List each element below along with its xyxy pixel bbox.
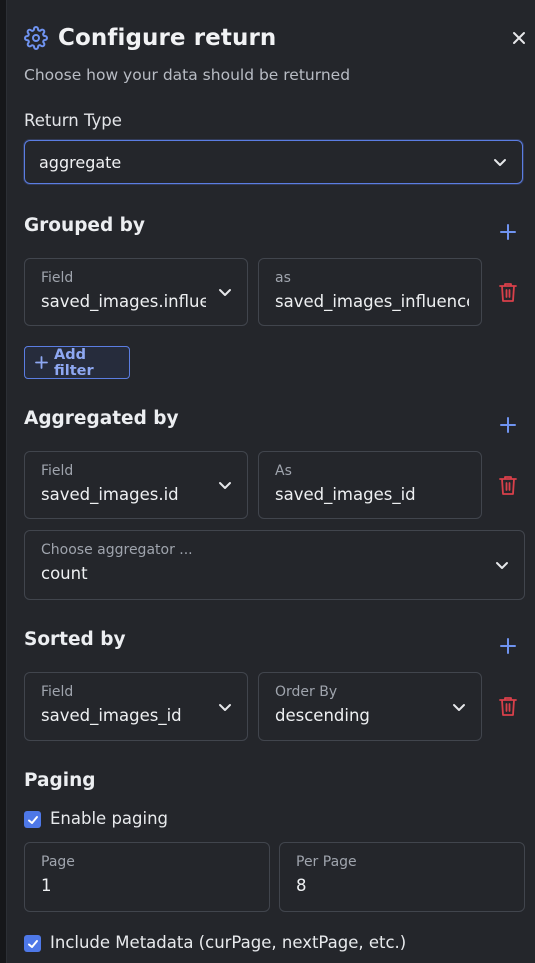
per-page-label: Per Page (296, 854, 357, 870)
trash-icon (498, 281, 518, 303)
chevron-down-icon (217, 477, 233, 493)
add-filter-label: Add filter (54, 346, 94, 379)
include-metadata-checkbox[interactable] (24, 935, 41, 952)
aggregation-field-select[interactable]: Field saved_images.id (24, 451, 248, 519)
sort-order-label: Order By (275, 684, 338, 700)
sort-field-select[interactable]: Field saved_images_id (24, 672, 248, 741)
include-metadata-label: Include Metadata (curPage, nextPage, etc… (50, 933, 407, 952)
plus-icon (498, 636, 518, 656)
add-group-button[interactable] (498, 222, 518, 242)
group-alias-value: saved_images_influence (275, 292, 469, 311)
background-page-edge (0, 0, 7, 963)
plus-icon (498, 415, 518, 435)
aggregator-select[interactable]: Choose aggregator ... count (24, 530, 525, 600)
page-title: Configure return (58, 25, 277, 51)
panel-subtitle: Choose how your data should be returned (24, 66, 351, 84)
add-aggregation-button[interactable] (498, 415, 518, 435)
per-page-value: 8 (296, 876, 307, 895)
close-button[interactable] (507, 26, 531, 50)
group-alias-input[interactable]: as saved_images_influence (258, 258, 482, 326)
aggregation-alias-input[interactable]: As saved_images_id (258, 451, 482, 519)
chevron-down-icon (494, 557, 510, 573)
return-type-label: Return Type (24, 111, 122, 130)
chevron-down-icon (451, 699, 467, 715)
aggregator-label: Choose aggregator ... (41, 542, 193, 558)
checkmark-icon (27, 814, 39, 826)
paging-title: Paging (24, 770, 96, 791)
enable-paging-checkbox[interactable] (24, 811, 41, 828)
page-label: Page (41, 854, 75, 870)
aggregation-alias-label: As (275, 463, 292, 479)
configure-return-panel: Configure return Choose how your data sh… (7, 0, 535, 963)
aggregation-field-label: Field (41, 463, 74, 479)
enable-paging-label: Enable paging (50, 809, 169, 828)
delete-aggregation-button[interactable] (498, 474, 518, 496)
group-field-select[interactable]: Field saved_images.influe (24, 258, 248, 326)
delete-sort-button[interactable] (498, 695, 518, 717)
group-field-label: Field (41, 270, 74, 286)
sort-order-select[interactable]: Order By descending (258, 672, 482, 741)
aggregated-by-title: Aggregated by (24, 408, 179, 429)
chevron-down-icon (217, 699, 233, 715)
add-filter-button[interactable]: Add filter (24, 346, 130, 379)
sort-order-value: descending (275, 706, 370, 725)
close-icon (512, 31, 526, 45)
delete-group-button[interactable] (498, 281, 518, 303)
sort-field-value: saved_images_id (41, 706, 182, 725)
grouped-by-title: Grouped by (24, 215, 145, 236)
group-field-value: saved_images.influe (41, 292, 206, 311)
aggregation-field-value: saved_images.id (41, 485, 179, 504)
sorted-by-title: Sorted by (24, 629, 126, 650)
return-type-select[interactable]: aggregate (24, 140, 523, 184)
trash-icon (498, 474, 518, 496)
return-type-value: aggregate (39, 152, 122, 172)
plus-icon (498, 222, 518, 242)
aggregation-alias-value: saved_images_id (275, 485, 416, 504)
plus-icon (35, 356, 48, 369)
per-page-input[interactable]: Per Page 8 (279, 842, 525, 912)
group-alias-label: as (275, 270, 291, 286)
page-input[interactable]: Page 1 (24, 842, 270, 912)
page-value: 1 (41, 876, 52, 895)
sort-field-label: Field (41, 684, 74, 700)
chevron-down-icon (217, 284, 233, 300)
gear-icon (24, 26, 48, 50)
chevron-down-icon (492, 154, 508, 170)
trash-icon (498, 695, 518, 717)
add-sort-button[interactable] (498, 636, 518, 656)
panel-header: Configure return (24, 22, 276, 54)
checkmark-icon (27, 938, 39, 950)
aggregator-value: count (41, 564, 88, 583)
